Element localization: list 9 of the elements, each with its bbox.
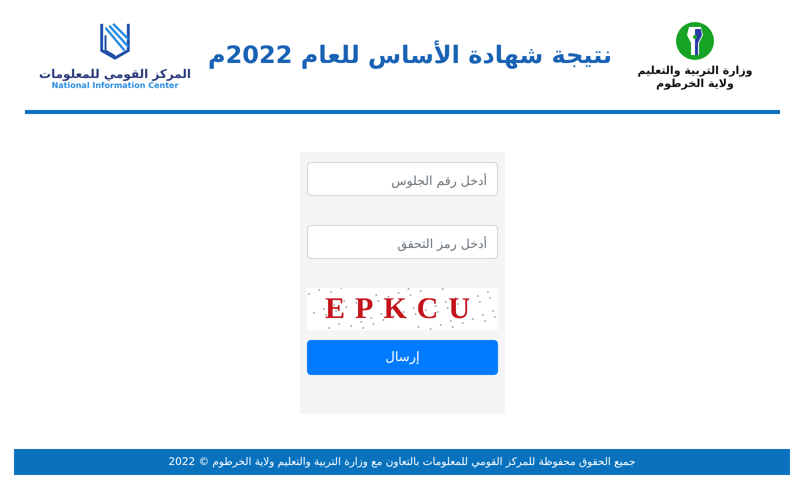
copyright-text: جميع الحقوق محفوظة للمركز القومي للمعلومات بالتعاون مع وزارة التربية والتعليم ولاية الخرطوم © 2022 <box>168 456 636 468</box>
page-title: نتيجة شهادة الأساس للعام 2022م <box>208 41 612 69</box>
pen-nib-logo-icon <box>675 20 715 60</box>
state-name: ولاية الخرطوم <box>656 76 734 90</box>
center-name: المركز القومي للمعلومات <box>39 66 191 80</box>
center-name-english: National Information Center <box>52 80 178 90</box>
ministry-name: وزارة التربية والتعليم <box>638 64 752 76</box>
submit-button[interactable]: إرسال <box>307 340 498 375</box>
captcha-image: EPKCU <box>307 288 498 330</box>
